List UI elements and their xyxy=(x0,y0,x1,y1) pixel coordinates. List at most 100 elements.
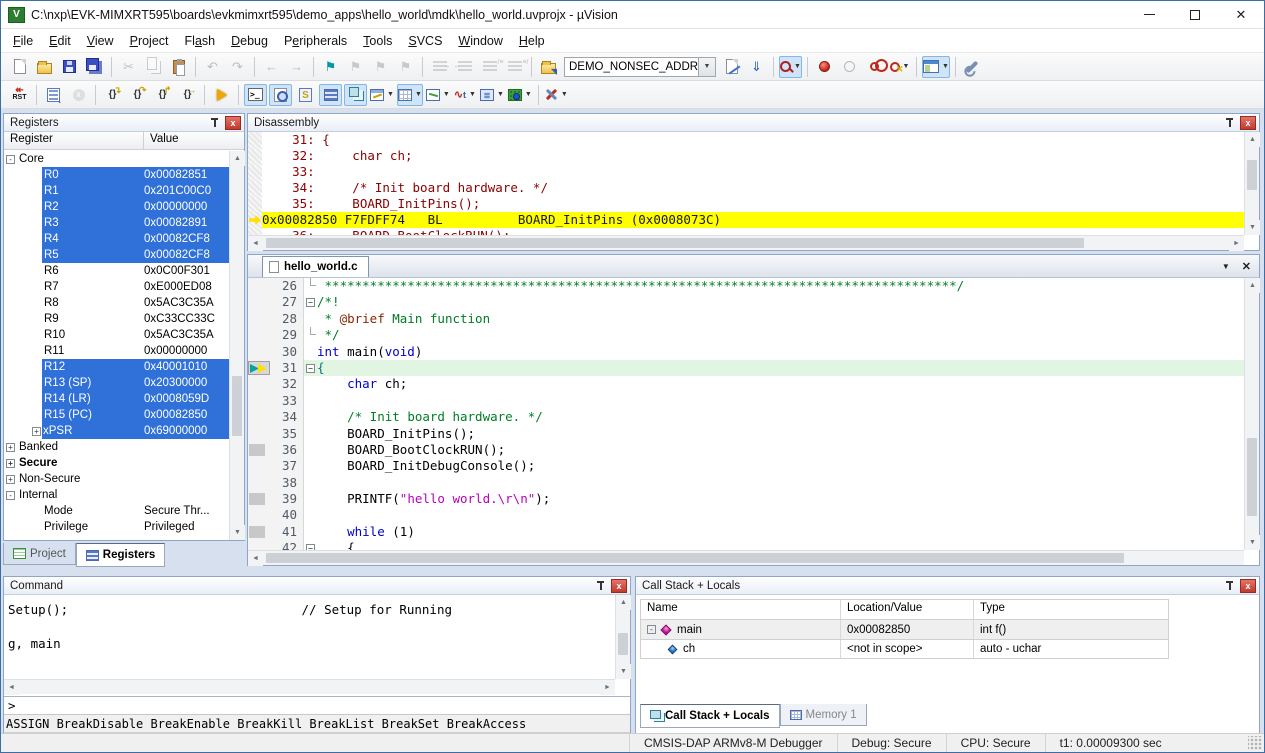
expand-icon[interactable]: + xyxy=(32,427,41,436)
show-next-statement-button[interactable] xyxy=(42,84,65,106)
callstack-window-button[interactable] xyxy=(344,84,367,106)
code-line-41[interactable]: 41 while (1) xyxy=(248,524,1244,540)
menu-view[interactable]: View xyxy=(79,31,122,51)
menu-edit[interactable]: Edit xyxy=(41,31,79,51)
collapse-icon[interactable]: - xyxy=(6,155,15,164)
chevron-down-icon[interactable]: ▼ xyxy=(525,91,532,98)
disable-breakpoints-button[interactable] xyxy=(863,56,886,78)
menu-tools[interactable]: Tools xyxy=(355,31,400,51)
disassembly-window-button[interactable] xyxy=(269,84,292,106)
maximize-button[interactable] xyxy=(1172,1,1218,28)
chevron-down-icon[interactable]: ▼ xyxy=(942,63,949,70)
disassembly-line[interactable]: 32: char ch; xyxy=(248,148,1244,164)
code-line-33[interactable]: 33 xyxy=(248,393,1244,409)
register-row-r6[interactable]: R60x0C00F301 xyxy=(4,263,229,279)
register-row-r10[interactable]: R100x5AC3C35A xyxy=(4,327,229,343)
disassembly-gutter[interactable] xyxy=(248,228,262,235)
serial-window-button[interactable]: S xyxy=(294,84,317,106)
menu-debug[interactable]: Debug xyxy=(223,31,276,51)
close-button[interactable]: ✕ xyxy=(1218,1,1264,28)
editor-hscrollbar[interactable]: ◄ xyxy=(248,550,1244,565)
breakpoint-gutter[interactable] xyxy=(248,507,270,523)
breakpoint-gutter[interactable] xyxy=(248,327,270,343)
code-line-36[interactable]: 36 BOARD_BootClockRUN(); xyxy=(248,442,1244,458)
memory-window-button[interactable]: ▼ xyxy=(397,84,423,106)
location-column[interactable]: Location/Value xyxy=(841,600,974,619)
insert-breakpoint-button[interactable] xyxy=(813,56,836,78)
code-line-42[interactable]: 42− { xyxy=(248,540,1244,550)
breakpoint-empty-button[interactable] xyxy=(838,56,861,78)
register-row-r13-sp-[interactable]: R13 (SP)0x20300000 xyxy=(4,375,229,391)
register-row-r8[interactable]: R80x5AC3C35A xyxy=(4,295,229,311)
code-line-34[interactable]: 34 /* Init board hardware. */ xyxy=(248,409,1244,425)
register-row-core[interactable]: -Core xyxy=(4,151,229,167)
disassembly-gutter[interactable] xyxy=(248,212,262,228)
fold-column[interactable]: − xyxy=(304,360,317,376)
close-icon[interactable]: x xyxy=(611,579,627,593)
save-all-button[interactable] xyxy=(83,56,106,78)
chevron-down-icon[interactable]: ▼ xyxy=(387,91,394,98)
step-out-button[interactable]: {} xyxy=(151,84,174,106)
collapse-icon[interactable]: - xyxy=(647,625,656,634)
register-row-non-secure[interactable]: +Non-Secure xyxy=(4,471,229,487)
collapse-icon[interactable]: - xyxy=(6,491,15,500)
register-row-r1[interactable]: R10x201C00C0 xyxy=(4,183,229,199)
registers-scrollbar[interactable]: ▲ ▼ xyxy=(229,151,244,540)
new-file-button[interactable] xyxy=(8,56,31,78)
analysis-windows-button[interactable]: ∿▼ xyxy=(453,84,477,106)
close-document-icon[interactable]: ✕ xyxy=(1242,260,1251,273)
configure-tools-button[interactable] xyxy=(961,56,984,78)
step-over-button[interactable]: {} xyxy=(126,84,149,106)
register-row-r11[interactable]: R110x00000000 xyxy=(4,343,229,359)
kill-breakpoints-button[interactable]: ▼ xyxy=(888,56,911,78)
register-row-r7[interactable]: R70xE000ED08 xyxy=(4,279,229,295)
disassembly-gutter[interactable] xyxy=(248,164,262,180)
start-debug-session-button[interactable]: ▼ xyxy=(779,56,802,78)
debug-settings-button[interactable]: ▼ xyxy=(544,84,569,106)
fold-column[interactable] xyxy=(304,475,317,491)
register-row-r4[interactable]: R40x00082CF8 xyxy=(4,231,229,247)
fold-column[interactable] xyxy=(304,344,317,360)
register-row-mode[interactable]: ModeSecure Thr... xyxy=(4,503,229,519)
chevron-down-icon[interactable]: ▼ xyxy=(497,91,504,98)
register-row-xpsr[interactable]: +xPSR0x69000000 xyxy=(4,423,229,439)
registers-window-button[interactable] xyxy=(319,84,342,106)
pin-icon[interactable] xyxy=(210,117,220,129)
save-button[interactable] xyxy=(58,56,81,78)
breakpoint-gutter[interactable] xyxy=(248,458,270,474)
breakpoint-gutter[interactable] xyxy=(248,426,270,442)
expand-icon[interactable]: + xyxy=(6,475,15,484)
fold-column[interactable] xyxy=(304,311,317,327)
register-column[interactable]: Register xyxy=(4,132,144,149)
disassembly-current-line[interactable]: 0x00082850 F7FDFF74 BL BOARD_InitPins (0… xyxy=(248,212,1244,228)
open-file-button[interactable] xyxy=(33,56,56,78)
disassembly-line[interactable]: 35: BOARD_InitPins(); xyxy=(248,196,1244,212)
step-button[interactable]: {} xyxy=(101,84,124,106)
paste-button[interactable] xyxy=(167,56,190,78)
callstack-row-main[interactable]: -main0x00082850int f() xyxy=(640,619,1169,639)
fold-column[interactable] xyxy=(304,507,317,523)
code-line-31[interactable]: 31−{ xyxy=(248,360,1244,376)
register-row-r9[interactable]: R90xC33CC33C xyxy=(4,311,229,327)
fold-collapse-icon[interactable]: − xyxy=(306,364,315,373)
source-code-area[interactable]: 26 *************************************… xyxy=(248,278,1244,550)
menu-svcs[interactable]: SVCS xyxy=(400,31,450,51)
fold-column[interactable] xyxy=(304,524,317,540)
disassembly-gutter[interactable] xyxy=(248,180,262,196)
breakpoint-gutter[interactable] xyxy=(248,491,270,507)
fold-column[interactable]: − xyxy=(304,540,317,550)
menu-help[interactable]: Help xyxy=(511,31,553,51)
chevron-down-icon[interactable]: ▼ xyxy=(698,58,715,76)
fold-column[interactable] xyxy=(304,442,317,458)
serial-windows-button[interactable]: ▼ xyxy=(425,84,451,106)
menu-peripherals[interactable]: Peripherals xyxy=(276,31,355,51)
code-line-38[interactable]: 38 xyxy=(248,475,1244,491)
fold-column[interactable] xyxy=(304,458,317,474)
system-viewer-button[interactable]: ▼ xyxy=(507,84,533,106)
register-row-secure[interactable]: +Secure xyxy=(4,455,229,471)
tab-hello-world-c[interactable]: hello_world.c xyxy=(262,256,369,277)
command-window-button[interactable]: >_ xyxy=(244,84,267,106)
register-row-r14-lr-[interactable]: R14 (LR)0x0008059D xyxy=(4,391,229,407)
code-line-28[interactable]: 28 * @brief Main function xyxy=(248,311,1244,327)
window-layout-button[interactable]: ▼ xyxy=(922,56,950,78)
